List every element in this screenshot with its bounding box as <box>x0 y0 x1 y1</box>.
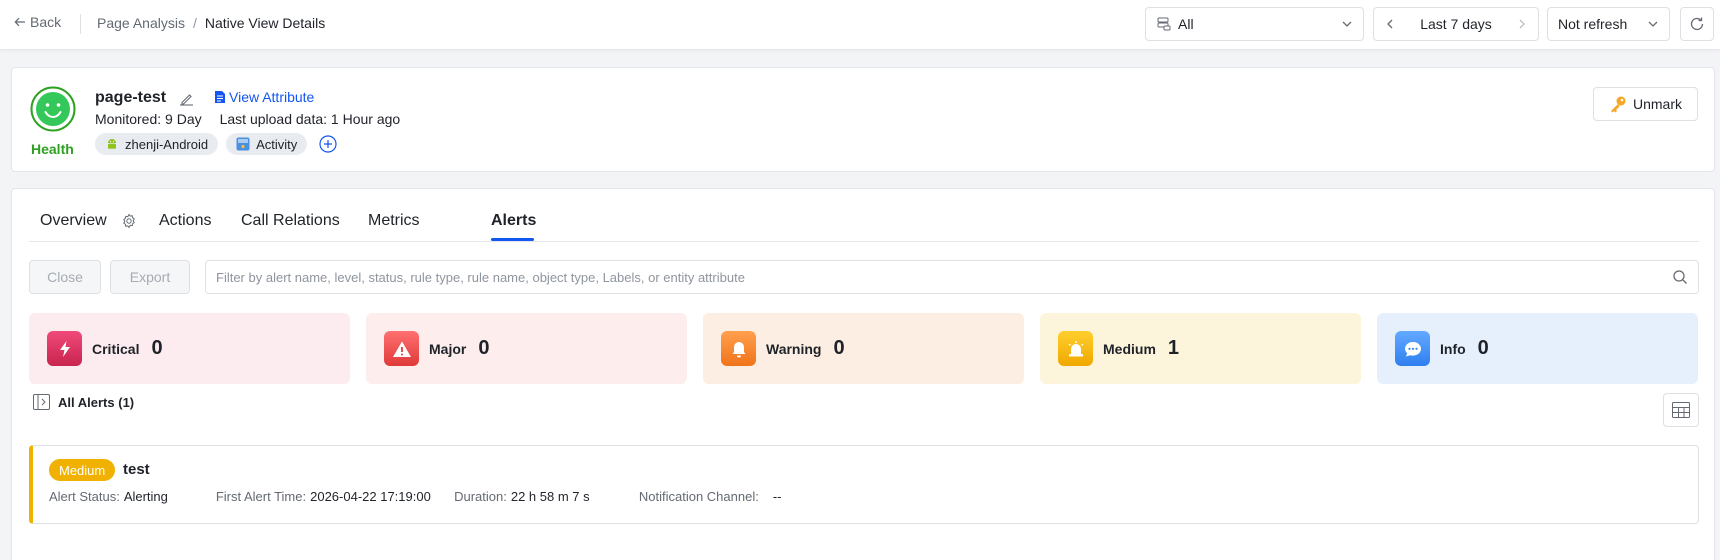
stat-medium[interactable]: Medium 1 <box>1040 313 1361 384</box>
environment-select-value: All <box>1178 16 1194 32</box>
auto-refresh-value: Not refresh <box>1558 16 1628 32</box>
android-icon <box>108 139 116 149</box>
document-icon <box>215 91 225 103</box>
alert-list-title-text: All Alerts <box>58 394 115 410</box>
monitored-duration: Monitored: 9 Day <box>95 111 202 127</box>
alert-list-header: All Alerts (1) <box>33 394 134 410</box>
page-title: page-test <box>95 89 167 106</box>
alert-level-badge: Medium <box>49 459 116 481</box>
main-card: Overview Actions Call Relations Metrics … <box>11 188 1715 560</box>
chevron-right-icon[interactable] <box>1516 18 1528 30</box>
stat-count: 1 <box>1167 337 1180 359</box>
alarm-light-icon <box>1058 331 1093 366</box>
alert-count-close: ) <box>129 394 135 410</box>
stat-critical[interactable]: Critical 0 <box>29 313 350 384</box>
alert-status-key: Alert Status: <box>49 489 120 504</box>
view-attribute-label: View Attribute <box>229 89 315 105</box>
stat-warning[interactable]: Warning 0 <box>703 313 1024 384</box>
time-range-picker[interactable]: Last 7 days <box>1373 7 1539 41</box>
view-attribute-link[interactable]: View Attribute <box>214 89 314 105</box>
tab-actions[interactable]: Actions <box>159 212 211 230</box>
stat-count: 0 <box>151 337 163 359</box>
breadcrumb-page-analysis[interactable]: Page Analysis <box>97 15 185 31</box>
auto-refresh-select[interactable]: Not refresh <box>1547 7 1670 41</box>
unmark-button[interactable]: Unmark <box>1592 87 1698 121</box>
top-bar: Back Page Analysis / Native View Details… <box>0 0 1720 50</box>
arrow-left-icon <box>14 17 25 27</box>
duration-key: Duration: <box>454 489 507 504</box>
unmark-label: Unmark <box>1632 96 1682 112</box>
back-button[interactable]: Back <box>14 14 61 30</box>
stat-label: Warning <box>766 340 822 357</box>
tab-call-relations[interactable]: Call Relations <box>241 212 340 230</box>
breadcrumb-current: Native View Details <box>204 15 326 31</box>
stat-count: 0 <box>1477 337 1489 359</box>
stat-label: Medium <box>1103 340 1156 357</box>
chevron-left-icon[interactable] <box>1384 18 1396 30</box>
activity-icon <box>236 137 250 151</box>
divider <box>80 14 81 34</box>
tab-overview[interactable]: Overview <box>40 212 107 230</box>
search-icon[interactable] <box>1672 269 1688 285</box>
key-icon <box>1610 96 1626 113</box>
add-tag-icon[interactable] <box>319 135 337 153</box>
chevron-down-icon <box>1648 21 1658 27</box>
alert-details: Alert Status: Alerting First Alert Time:… <box>49 489 782 504</box>
table-icon <box>1672 402 1690 418</box>
refresh-button[interactable] <box>1680 7 1714 41</box>
chat-bubble-icon <box>1395 331 1430 366</box>
alert-filter[interactable] <box>205 260 1699 294</box>
time-range-value: Last 7 days <box>1420 16 1492 32</box>
gear-icon[interactable] <box>121 213 137 229</box>
database-icon <box>1157 17 1171 31</box>
stat-count: 0 <box>478 337 490 359</box>
tag-label: zhenji-Android <box>125 136 209 152</box>
alert-list-title: All Alerts (1) <box>58 395 134 410</box>
notification-channel-value: -- <box>772 489 782 504</box>
tab-metrics[interactable]: Metrics <box>368 212 420 230</box>
tab-bar: Overview Actions Call Relations Metrics … <box>29 189 1699 242</box>
stat-label: Info <box>1440 340 1466 357</box>
back-label: Back <box>30 14 62 30</box>
tag-label: Activity <box>256 136 298 152</box>
active-tab-indicator <box>491 238 534 241</box>
stat-count: 0 <box>833 337 845 359</box>
alert-item[interactable]: Medium test Alert Status: Alerting First… <box>29 445 1699 524</box>
close-button[interactable]: Close <box>29 260 101 294</box>
lightning-icon <box>47 331 82 366</box>
chevron-down-icon <box>1342 21 1352 27</box>
search-input[interactable] <box>216 269 1672 285</box>
first-alert-time-value: 2026-04-22 17:19:00 <box>310 489 431 504</box>
health-status-label: Health <box>31 141 74 157</box>
breadcrumb-separator: / <box>192 15 197 31</box>
tab-alerts[interactable]: Alerts <box>491 212 536 230</box>
column-settings-button[interactable] <box>1663 393 1699 427</box>
duration-value: 22 h 58 m 7 s <box>510 489 590 504</box>
first-alert-time-key: First Alert Time: <box>215 489 307 504</box>
stat-label: Critical <box>92 340 140 357</box>
alert-status-value: Alerting <box>123 489 168 504</box>
bell-icon <box>721 331 756 366</box>
tag-type[interactable]: Activity <box>226 133 308 155</box>
warning-triangle-icon <box>384 331 419 366</box>
last-upload: Last upload data: 1 Hour ago <box>219 111 401 127</box>
page-header-card: Health page-test View Attribute Monitore… <box>11 67 1715 172</box>
alert-count: 1 <box>122 394 130 410</box>
notification-channel-key: Notification Channel: <box>638 489 759 504</box>
smiley-icon <box>30 86 76 132</box>
stat-label: Major <box>429 340 467 357</box>
stat-major[interactable]: Major 0 <box>366 313 687 384</box>
tag-list: zhenji-Android Activity <box>95 133 337 155</box>
environment-select[interactable]: All <box>1145 7 1364 41</box>
edit-icon[interactable] <box>179 91 194 106</box>
breadcrumb: Page Analysis / Native View Details <box>97 15 325 31</box>
stat-info[interactable]: Info 0 <box>1377 313 1698 384</box>
refresh-icon <box>1690 17 1704 31</box>
tag-app[interactable]: zhenji-Android <box>95 133 219 155</box>
sidebar-toggle-icon[interactable] <box>33 394 50 410</box>
alert-name[interactable]: test <box>123 461 150 478</box>
export-button[interactable]: Export <box>110 260 190 294</box>
page-meta: Monitored: 9 Day Last upload data: 1 Hou… <box>95 111 400 127</box>
